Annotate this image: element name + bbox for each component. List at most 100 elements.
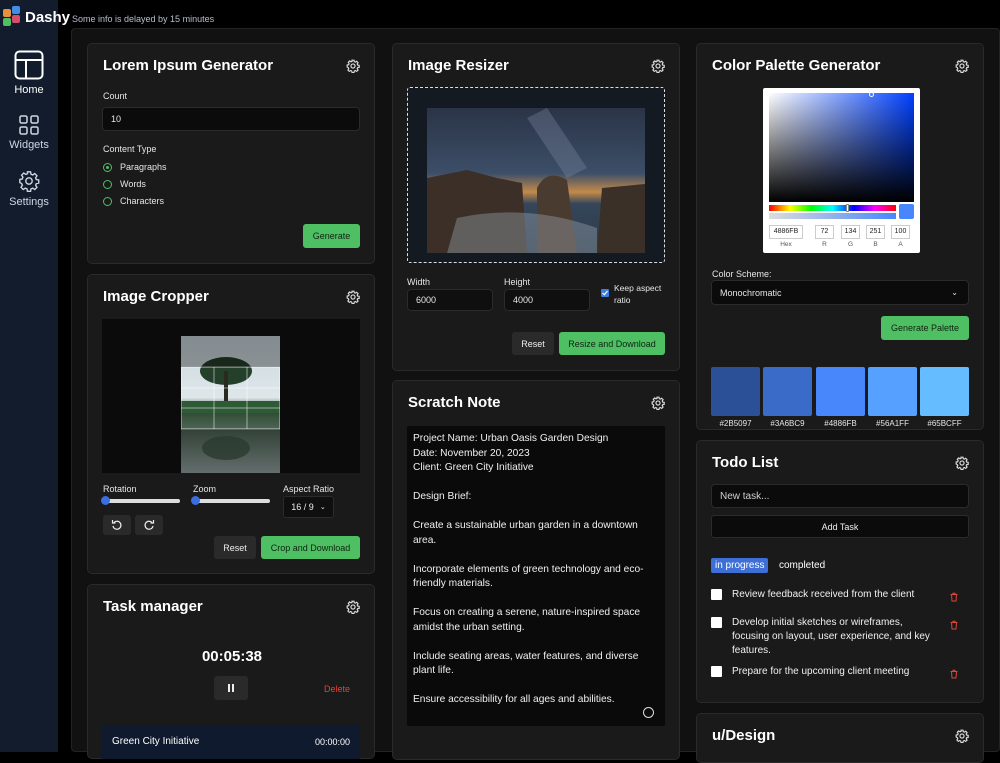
task-timer: 00:05:38 (201, 648, 263, 665)
saturation-handle[interactable] (869, 92, 874, 97)
hue-slider[interactable] (769, 205, 896, 211)
radio-paragraphs[interactable]: Paragraphs (103, 162, 167, 172)
tab-completed[interactable]: completed (779, 560, 825, 571)
swatch-label: #2B5097 (719, 419, 752, 428)
radio-dot (103, 162, 112, 172)
palette-swatch[interactable] (920, 367, 969, 416)
generate-palette-button[interactable]: Generate Palette (881, 316, 969, 340)
task-manager-widget: Task manager 00:05:38 Delete Green City … (87, 584, 375, 759)
udesign-settings-icon[interactable] (955, 729, 969, 743)
zoom-label: Zoom (193, 484, 217, 494)
hex-field[interactable]: 4886FB (769, 225, 803, 239)
radio-words[interactable]: Words (103, 179, 146, 189)
nav-settings[interactable]: Settings (0, 170, 58, 208)
generate-button[interactable]: Generate (303, 224, 360, 248)
todo-checkbox[interactable] (711, 666, 722, 677)
count-input[interactable]: 10 (102, 107, 360, 131)
color-scheme-label: Color Scheme: (712, 269, 772, 279)
todo-checkbox[interactable] (711, 589, 722, 600)
chevron-down-icon: ⌄ (319, 504, 326, 511)
palette-swatch[interactable] (816, 367, 865, 416)
zoom-slider-thumb[interactable] (191, 496, 200, 505)
cropper-settings-icon[interactable] (346, 290, 360, 304)
aspect-ratio-value: 16 / 9 (291, 502, 314, 512)
content-type-label: Content Type (103, 144, 157, 154)
todo-item[interactable]: Develop initial sketches or wireframes, … (711, 616, 937, 658)
lorem-widget: Lorem Ipsum Generator Count 10 Content T… (87, 43, 375, 264)
trash-icon[interactable] (949, 620, 959, 630)
radio-label: Paragraphs (120, 162, 167, 172)
add-task-button[interactable]: Add Task (711, 515, 969, 538)
task-settings-icon[interactable] (346, 600, 360, 614)
hue-handle[interactable] (846, 204, 849, 212)
resize-download-button[interactable]: Resize and Download (559, 332, 665, 355)
color-preview-swatch (899, 204, 914, 219)
alpha-slider[interactable] (769, 213, 896, 219)
tab-in-progress[interactable]: in progress (711, 558, 769, 573)
scratch-settings-icon[interactable] (651, 396, 665, 410)
g-field[interactable]: 134 (841, 225, 860, 239)
radio-dot (103, 196, 112, 206)
todo-item-text: Develop initial sketches or wireframes, … (732, 617, 930, 656)
cropper-title: Image Cropper (103, 288, 209, 305)
zoom-slider[interactable] (191, 496, 270, 505)
app-logo[interactable]: Dashy (3, 6, 70, 28)
cropper-widget: Image Cropper Rotation Zoom Aspect Ratio… (87, 274, 375, 574)
palette-title: Color Palette Generator (712, 57, 881, 74)
rotate-left-button[interactable] (103, 515, 131, 535)
nav-widgets[interactable]: Widgets (0, 115, 58, 151)
todo-checkbox[interactable] (711, 617, 722, 628)
resizer-widget: Image Resizer Width 6000 Height 4000 Kee… (392, 43, 680, 371)
rotate-right-icon (144, 520, 155, 530)
crop-reset-button[interactable]: Reset (214, 536, 256, 559)
palette-swatch[interactable] (711, 367, 760, 416)
nav-home-label: Home (14, 84, 44, 96)
color-scheme-select[interactable]: Monochromatic ⌄ (711, 280, 969, 305)
rotation-slider-thumb[interactable] (101, 496, 110, 505)
todo-item[interactable]: Prepare for the upcoming client meeting (711, 665, 951, 679)
radio-characters[interactable]: Characters (103, 196, 164, 206)
note-status-icon[interactable] (643, 707, 654, 718)
resizer-reset-button[interactable]: Reset (512, 332, 554, 355)
swatch-label: #4886FB (824, 419, 857, 428)
r-field[interactable]: 72 (815, 225, 834, 239)
trash-icon[interactable] (949, 592, 959, 602)
resizer-settings-icon[interactable] (651, 59, 665, 73)
b-field[interactable]: 251 (866, 225, 885, 239)
palette-swatch[interactable] (763, 367, 812, 416)
swatch-label: #56A1FF (876, 419, 909, 428)
task-item[interactable]: Green City Initiative 00:00:00 (102, 725, 360, 759)
height-input[interactable]: 4000 (504, 289, 590, 311)
pause-button[interactable] (214, 676, 248, 700)
gear-icon (19, 171, 40, 192)
width-input[interactable]: 6000 (407, 289, 493, 311)
keep-aspect-checkbox[interactable] (601, 289, 609, 297)
trash-icon[interactable] (949, 669, 959, 679)
nav-home[interactable]: Home (0, 50, 58, 96)
rotate-right-button[interactable] (135, 515, 163, 535)
color-scheme-value: Monochromatic (720, 287, 782, 298)
image-drop-zone[interactable] (407, 87, 665, 263)
rotation-slider[interactable] (101, 496, 180, 505)
crop-canvas[interactable] (102, 319, 360, 473)
hex-label: Hex (780, 241, 792, 248)
palette-settings-icon[interactable] (955, 59, 969, 73)
swatch-label: #3A6BC9 (770, 419, 805, 428)
color-picker[interactable]: 4886FB 72 134 251 100 Hex R G B A (763, 88, 920, 253)
todo-settings-icon[interactable] (955, 456, 969, 470)
aspect-ratio-label: Aspect Ratio (283, 484, 335, 494)
b-label: B (873, 241, 878, 248)
new-task-input[interactable]: New task... (711, 484, 969, 508)
check-icon (602, 290, 608, 296)
task-item-time: 00:00:00 (314, 737, 350, 747)
saturation-area[interactable] (769, 93, 914, 202)
task-delete-button[interactable]: Delete (324, 684, 350, 694)
lorem-settings-icon[interactable] (346, 59, 360, 73)
palette-swatch[interactable] (868, 367, 917, 416)
radio-label: Characters (120, 196, 165, 206)
scratch-note-textarea[interactable]: Project Name: Urban Oasis Garden Design … (407, 426, 665, 726)
aspect-ratio-select[interactable]: 16 / 9 ⌄ (283, 496, 334, 518)
crop-download-button[interactable]: Crop and Download (261, 536, 360, 559)
todo-item[interactable]: Review feedback received from the client (711, 588, 951, 602)
a-field[interactable]: 100 (891, 225, 910, 239)
